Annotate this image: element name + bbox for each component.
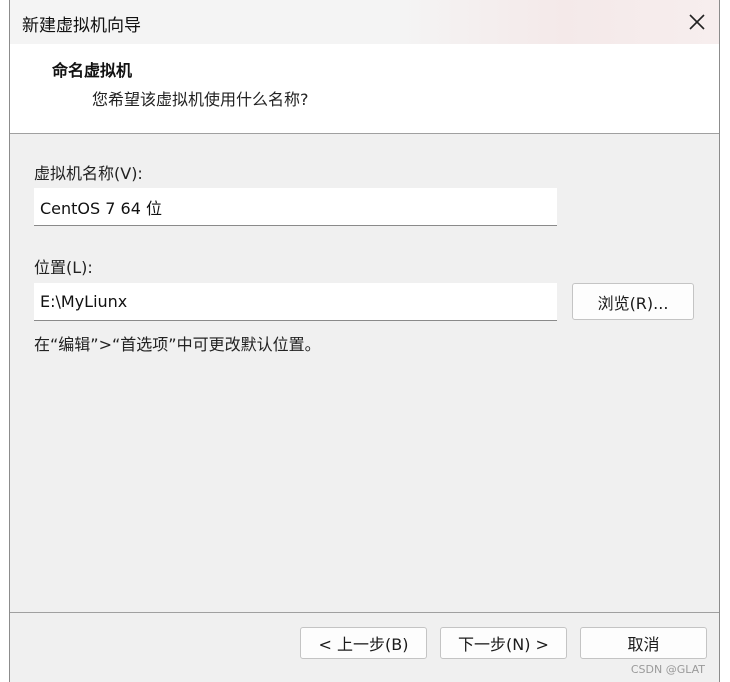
window-title: 新建虚拟机向导 xyxy=(22,16,141,36)
close-icon xyxy=(689,14,705,30)
vm-name-label: 虚拟机名称(V): xyxy=(34,164,143,183)
close-button[interactable] xyxy=(679,4,715,40)
location-input[interactable] xyxy=(34,283,557,321)
wizard-header: 命名虚拟机 您希望该虚拟机使用什么名称? xyxy=(10,44,719,134)
location-label: 位置(L): xyxy=(34,258,93,277)
footer-divider xyxy=(10,612,719,613)
watermark-text: CSDN @GLAT xyxy=(630,663,705,676)
new-vm-wizard-dialog: 新建虚拟机向导 命名虚拟机 您希望该虚拟机使用什么名称? 虚拟机名称(V): 位… xyxy=(9,0,720,682)
next-button[interactable]: 下一步(N) > xyxy=(440,627,567,659)
browse-button[interactable]: 浏览(R)... xyxy=(572,283,694,320)
vm-name-input[interactable] xyxy=(34,188,557,226)
title-bar[interactable]: 新建虚拟机向导 xyxy=(10,0,719,44)
cancel-button[interactable]: 取消 xyxy=(580,627,707,659)
page-subtitle: 您希望该虚拟机使用什么名称? xyxy=(92,90,309,109)
default-location-hint: 在“编辑”>“首选项”中可更改默认位置。 xyxy=(34,335,321,354)
page-title: 命名虚拟机 xyxy=(52,61,133,80)
back-button[interactable]: < 上一步(B) xyxy=(300,627,427,659)
